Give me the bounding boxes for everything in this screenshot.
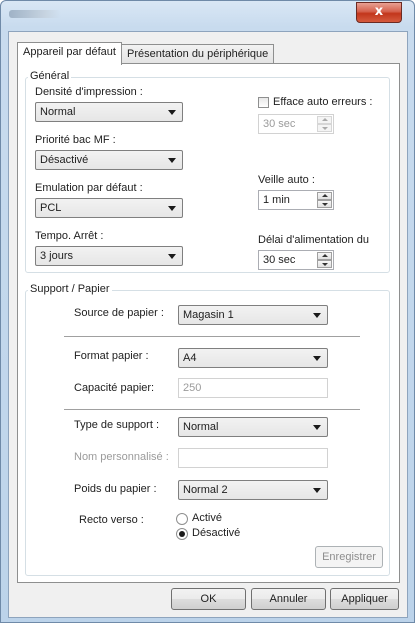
print-density-label: Densité d'impression : bbox=[35, 86, 143, 98]
close-icon: x bbox=[374, 4, 384, 19]
custom-name-label: Nom personnalisé : bbox=[74, 451, 169, 463]
chevron-down-icon bbox=[168, 206, 176, 211]
paper-source-label: Source de papier : bbox=[74, 307, 164, 319]
default-emulation-select[interactable]: PCL bbox=[35, 198, 183, 218]
tab-label: Appareil par défaut bbox=[23, 46, 116, 58]
paper-weight-label: Poids du papier : bbox=[74, 483, 157, 495]
select-value: Normal bbox=[183, 421, 219, 433]
chevron-down-icon bbox=[168, 158, 176, 163]
spin-up-icon bbox=[317, 116, 332, 124]
select-value: Désactivé bbox=[40, 154, 89, 166]
ok-button[interactable]: OK bbox=[171, 588, 246, 610]
feed-delay-spinner[interactable]: 30 sec bbox=[258, 250, 334, 270]
paper-weight-select[interactable]: Normal 2 bbox=[178, 480, 328, 500]
select-value: Magasin 1 bbox=[183, 309, 234, 321]
media-type-label: Type de support : bbox=[74, 419, 159, 431]
apply-button[interactable]: Appliquer bbox=[330, 588, 399, 610]
select-value: A4 bbox=[183, 352, 197, 364]
separator bbox=[64, 409, 360, 410]
duplex-label: Recto verso : bbox=[79, 514, 144, 526]
auto-error-clear-checkbox[interactable] bbox=[258, 97, 269, 108]
chevron-down-icon bbox=[313, 313, 321, 318]
field-value: 250 bbox=[183, 382, 202, 394]
paper-capacity-field: 250 bbox=[178, 378, 328, 398]
stop-timer-select[interactable]: 3 jours bbox=[35, 246, 183, 266]
spinner-value: 30 sec bbox=[263, 254, 296, 266]
spinner-value: 1 min bbox=[263, 194, 290, 206]
apply-button-label: Appliquer bbox=[341, 593, 388, 605]
mp-tray-priority-select[interactable]: Désactivé bbox=[35, 150, 183, 170]
select-value: 3 jours bbox=[40, 250, 74, 262]
general-legend: Général bbox=[28, 70, 72, 82]
select-value: PCL bbox=[40, 202, 62, 214]
custom-name-field bbox=[178, 448, 328, 468]
auto-sleep-spinner[interactable]: 1 min bbox=[258, 190, 334, 210]
chevron-down-icon bbox=[313, 488, 321, 493]
paper-size-label: Format papier : bbox=[74, 350, 149, 362]
tab-default-device[interactable]: Appareil par défaut bbox=[17, 42, 122, 65]
chevron-down-icon bbox=[313, 425, 321, 430]
dialog-window: x Appareil par défaut Présentation du pé… bbox=[0, 0, 415, 623]
feed-delay-label: Délai d'alimentation du bbox=[258, 234, 369, 246]
spin-down-icon[interactable] bbox=[317, 260, 332, 268]
title-bar[interactable]: x bbox=[1, 1, 414, 31]
chevron-down-icon bbox=[168, 254, 176, 259]
select-value: Normal 2 bbox=[183, 484, 228, 496]
print-density-select[interactable]: Normal bbox=[35, 102, 183, 122]
spin-down-icon bbox=[317, 124, 332, 132]
mp-tray-priority-label: Priorité bac MF : bbox=[35, 134, 116, 146]
spinner-value: 30 sec bbox=[263, 118, 296, 130]
chevron-down-icon bbox=[313, 356, 321, 361]
tab-label: Présentation du périphérique bbox=[127, 48, 269, 60]
save-button: Enregistrer bbox=[315, 546, 383, 568]
media-legend: Support / Papier bbox=[28, 283, 112, 295]
spin-up-icon[interactable] bbox=[317, 252, 332, 260]
cancel-button-label: Annuler bbox=[269, 593, 308, 605]
tab-panel: Général Densité d'impression : Normal Pr… bbox=[17, 63, 400, 583]
auto-error-clear-label: Efface auto erreurs : bbox=[273, 96, 373, 108]
auto-sleep-label: Veille auto : bbox=[258, 174, 315, 186]
stop-timer-label: Tempo. Arrêt : bbox=[35, 230, 104, 242]
paper-size-select[interactable]: A4 bbox=[178, 348, 328, 368]
spin-down-icon[interactable] bbox=[317, 200, 332, 208]
duplex-off-label[interactable]: Désactivé bbox=[192, 527, 240, 539]
chevron-down-icon bbox=[168, 110, 176, 115]
save-button-label: Enregistrer bbox=[322, 551, 376, 563]
tab-device-presentation[interactable]: Présentation du périphérique bbox=[121, 44, 275, 64]
paper-source-select[interactable]: Magasin 1 bbox=[178, 305, 328, 325]
duplex-off-radio[interactable] bbox=[176, 528, 188, 540]
dialog-client: Appareil par défaut Présentation du péri… bbox=[8, 31, 408, 618]
auto-error-clear-spinner: 30 sec bbox=[258, 114, 334, 134]
close-button[interactable]: x bbox=[356, 2, 402, 23]
duplex-on-radio[interactable] bbox=[176, 513, 188, 525]
select-value: Normal bbox=[40, 106, 76, 118]
separator bbox=[64, 336, 360, 337]
default-emulation-label: Emulation par défaut : bbox=[35, 182, 143, 194]
media-type-select[interactable]: Normal bbox=[178, 417, 328, 437]
ok-button-label: OK bbox=[200, 593, 217, 605]
duplex-on-label[interactable]: Activé bbox=[192, 512, 222, 524]
paper-capacity-label: Capacité papier: bbox=[74, 382, 155, 394]
window-title-blurred bbox=[9, 10, 61, 18]
spin-up-icon[interactable] bbox=[317, 192, 332, 200]
cancel-button[interactable]: Annuler bbox=[251, 588, 326, 610]
